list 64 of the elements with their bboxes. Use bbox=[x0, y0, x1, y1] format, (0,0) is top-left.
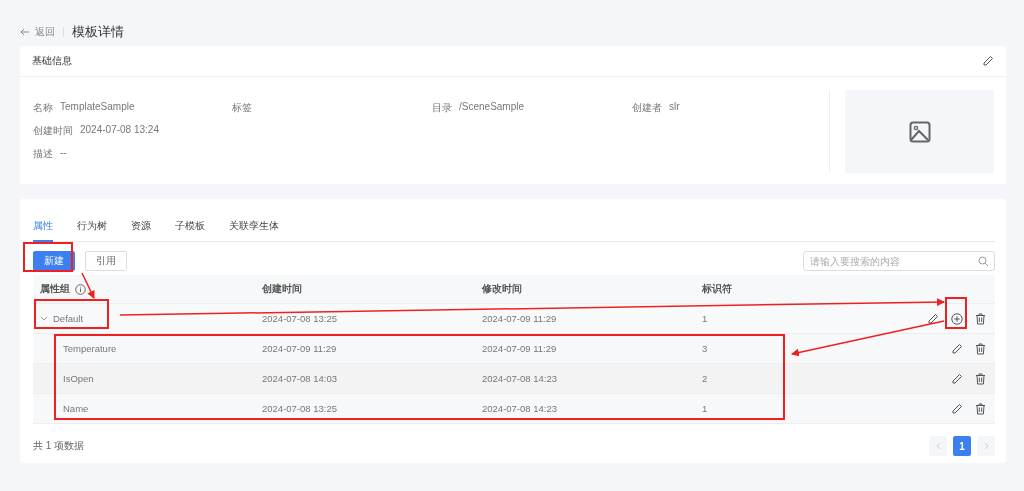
table-cell: 2024-07-08 13:25 bbox=[262, 403, 337, 414]
card-title: 基础信息 bbox=[32, 54, 72, 68]
highlight-box bbox=[945, 297, 967, 329]
page-title: 模板详情 bbox=[72, 23, 124, 41]
new-button[interactable]: 新建 bbox=[33, 251, 75, 271]
page-button[interactable]: 1 bbox=[953, 436, 971, 456]
table-cell: 2024-07-09 11:29 bbox=[262, 343, 337, 354]
info-icon bbox=[75, 283, 86, 295]
total-count: 共 1 项数据 bbox=[33, 439, 85, 453]
field-label: 目录 bbox=[432, 101, 452, 115]
trash-icon[interactable] bbox=[975, 372, 986, 385]
chevron-icon[interactable] bbox=[40, 316, 48, 321]
chevron-left-icon bbox=[935, 442, 941, 450]
add-icon[interactable] bbox=[951, 312, 963, 325]
edit-icon[interactable] bbox=[951, 342, 963, 355]
field-label: 创建时间 bbox=[33, 124, 73, 138]
table-cell: 2024-07-08 14:23 bbox=[482, 403, 557, 414]
trash-icon[interactable] bbox=[975, 402, 986, 415]
column-header: 属性组 bbox=[40, 282, 70, 296]
field-label: 创建者 bbox=[632, 101, 662, 115]
table-cell: IsOpen bbox=[63, 373, 94, 384]
edit-icon[interactable] bbox=[951, 372, 963, 385]
edit-icon[interactable] bbox=[951, 402, 963, 415]
highlight-box bbox=[23, 242, 73, 272]
field-value: /SceneSample bbox=[459, 101, 525, 114]
trash-icon[interactable] bbox=[975, 312, 986, 325]
table-cell: Default bbox=[53, 313, 84, 324]
search-field[interactable]: 请输入要搜索的内容 bbox=[803, 251, 995, 271]
reference-button[interactable]: 引用 bbox=[85, 251, 127, 271]
tab[interactable]: 子模板 bbox=[175, 219, 205, 242]
search-icon bbox=[978, 256, 989, 267]
table-cell: Name bbox=[63, 403, 89, 414]
field-label: 描述 bbox=[33, 147, 53, 161]
back-link[interactable]: 返回 bbox=[20, 25, 55, 39]
arrow bbox=[81, 272, 95, 299]
column-header: 创建时间 bbox=[262, 282, 302, 296]
chevron-right-icon bbox=[983, 442, 989, 450]
edit-icon[interactable] bbox=[927, 312, 939, 325]
table-cell: 2024-07-09 11:29 bbox=[482, 313, 557, 324]
field-value: -- bbox=[60, 147, 67, 160]
column-header: 修改时间 bbox=[482, 282, 522, 296]
edit-icon[interactable] bbox=[982, 55, 994, 67]
table-cell: 3 bbox=[702, 343, 708, 354]
field-value: slr bbox=[669, 101, 680, 114]
table-cell: 2 bbox=[702, 373, 708, 384]
table-cell: 1 bbox=[702, 403, 708, 414]
tab[interactable]: 关联孪生体 bbox=[229, 219, 279, 242]
tab[interactable]: 属性 bbox=[33, 219, 53, 242]
table-cell: 2024-07-09 11:29 bbox=[482, 343, 557, 354]
field-label: 标签 bbox=[232, 101, 252, 115]
tab[interactable]: 行为树 bbox=[77, 219, 107, 242]
field-label: 名称 bbox=[33, 101, 53, 115]
table-cell: 2024-07-08 14:03 bbox=[262, 373, 337, 384]
table-cell: 2024-07-08 14:23 bbox=[482, 373, 557, 384]
arrow-left-icon bbox=[20, 28, 30, 36]
table-cell: Temperature bbox=[63, 343, 117, 354]
table-cell: 2024-07-08 13:25 bbox=[262, 313, 337, 324]
table-cell: 1 bbox=[702, 313, 708, 324]
image-icon bbox=[908, 120, 931, 143]
field-value: TemplateSample bbox=[60, 101, 135, 114]
tab[interactable]: 资源 bbox=[131, 219, 151, 242]
column-header: 标识符 bbox=[702, 282, 732, 296]
trash-icon[interactable] bbox=[975, 342, 986, 355]
field-value: 2024-07-08 13:24 bbox=[80, 124, 159, 137]
